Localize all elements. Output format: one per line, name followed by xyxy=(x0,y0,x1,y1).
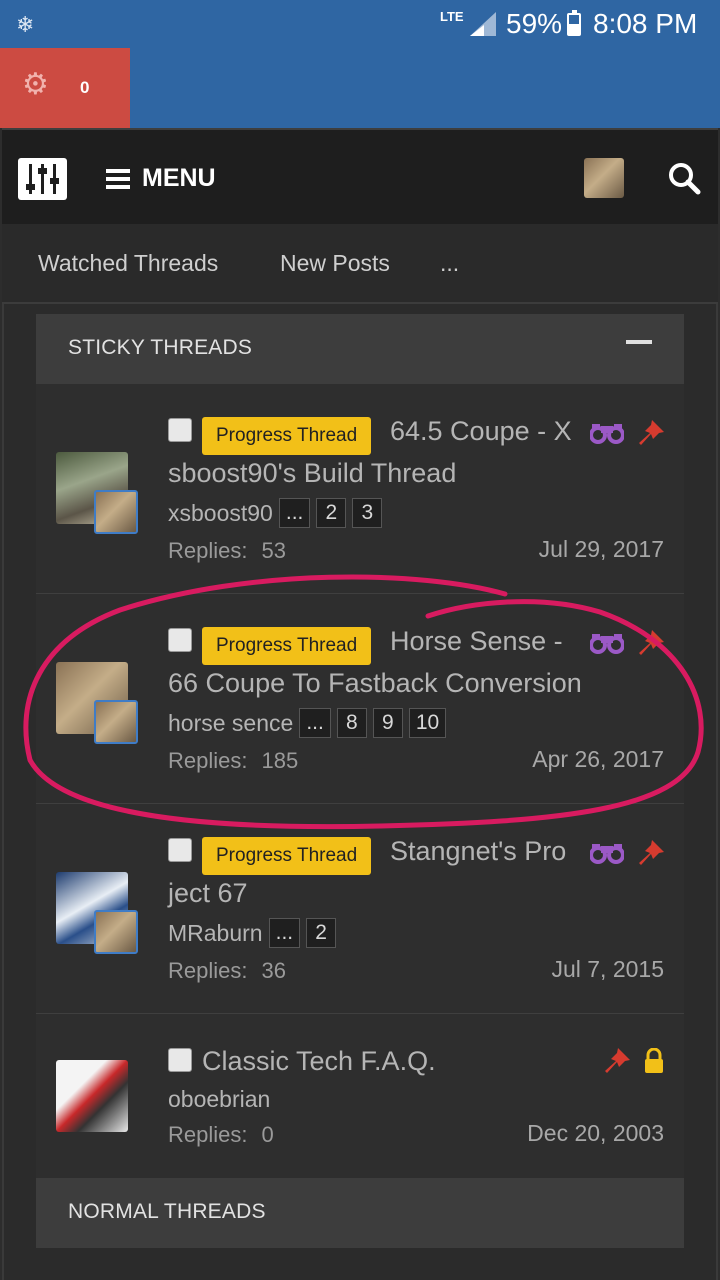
navbar: MENU xyxy=(2,128,718,224)
tab-watched-threads[interactable]: Watched Threads xyxy=(38,250,218,277)
thread-starter-avatar[interactable] xyxy=(56,1060,128,1132)
thread-item[interactable]: Progress Thread 64.5 Coupe - X sboost90'… xyxy=(36,384,684,594)
prefix-badge[interactable]: Progress Thread xyxy=(202,417,372,455)
thread-author[interactable]: oboebrian xyxy=(168,1086,270,1113)
search-icon[interactable] xyxy=(666,160,702,196)
thread-title[interactable]: Classic Tech F.A.Q. xyxy=(202,1046,436,1077)
replies-count: 0 xyxy=(261,1122,274,1147)
gear-icon: ⚙ xyxy=(22,68,49,101)
page-link[interactable]: 8 xyxy=(336,708,367,738)
prefix-badge[interactable]: Progress Thread xyxy=(202,627,372,665)
menu-label: MENU xyxy=(142,164,216,192)
section-title: STICKY THREADS xyxy=(68,336,253,359)
thread-status-icons xyxy=(604,1048,664,1074)
replies-stat: Replies: 0 xyxy=(168,1122,274,1148)
thread-title-continued[interactable]: ject 67 xyxy=(168,878,248,909)
select-checkbox[interactable] xyxy=(168,418,192,442)
lock-icon xyxy=(645,1048,663,1073)
select-checkbox[interactable] xyxy=(168,838,192,862)
replies-count: 36 xyxy=(261,958,286,983)
replies-stat: Replies: 36 xyxy=(168,958,286,984)
thread-title[interactable]: Horse Sense - xyxy=(390,626,563,657)
page-link[interactable]: ... xyxy=(268,918,301,948)
menu-button[interactable]: MENU xyxy=(106,164,216,193)
signal-icon xyxy=(470,12,496,36)
thread-meta: oboebrian xyxy=(168,1086,270,1113)
replies-label: Replies: xyxy=(168,958,248,983)
thread-meta: horse sence ... 8 9 10 xyxy=(168,708,447,738)
thread-author[interactable]: horse sence xyxy=(168,710,293,737)
replies-stat: Replies: 53 xyxy=(168,538,286,564)
select-checkbox[interactable] xyxy=(168,1048,192,1072)
clock: 8:08 PM xyxy=(593,8,698,39)
network-type: LTE xyxy=(440,9,464,24)
user-avatar[interactable] xyxy=(584,158,624,198)
last-poster-avatar[interactable] xyxy=(94,700,138,744)
thread-author[interactable]: xsboost90 xyxy=(168,500,273,527)
page-link[interactable]: 2 xyxy=(306,918,337,948)
thread-status-icons xyxy=(590,630,664,656)
watched-binoculars-icon xyxy=(590,424,624,444)
replies-label: Replies: xyxy=(168,748,248,773)
last-post-date[interactable]: Jul 29, 2017 xyxy=(539,536,664,563)
thread-title-continued[interactable]: 66 Coupe To Fastback Conversion xyxy=(168,668,582,699)
alerts-count: 0 xyxy=(80,78,90,97)
thread-item[interactable]: Classic Tech F.A.Q. oboebrian Replies: 0 … xyxy=(36,1014,684,1178)
thread-title[interactable]: 64.5 Coupe - X xyxy=(390,416,572,447)
sticky-pin-icon xyxy=(605,1048,630,1073)
select-checkbox[interactable] xyxy=(168,628,192,652)
page-link[interactable]: 3 xyxy=(352,498,383,528)
section-title: NORMAL THREADS xyxy=(68,1200,266,1223)
thread-meta: xsboost90 ... 2 3 xyxy=(168,498,383,528)
replies-count: 53 xyxy=(261,538,286,563)
page-link[interactable]: ... xyxy=(278,498,311,528)
logo-icon[interactable] xyxy=(18,158,67,200)
page-link[interactable]: 9 xyxy=(372,708,403,738)
thread-status-icons xyxy=(590,420,664,446)
battery-percent: 59% xyxy=(506,8,563,39)
collapse-icon[interactable] xyxy=(626,340,652,344)
prefix-badge[interactable]: Progress Thread xyxy=(202,837,372,875)
status-bar: ❄ LTE 59% 8:08 PM xyxy=(0,0,720,48)
last-post-date[interactable]: Apr 26, 2017 xyxy=(532,746,664,773)
snowflake-icon: ❄ xyxy=(16,12,35,37)
normal-threads-header: NORMAL THREADS xyxy=(36,1178,684,1248)
battery-icon xyxy=(567,10,581,36)
sticky-pin-icon xyxy=(639,630,664,655)
sticky-threads-header: STICKY THREADS xyxy=(36,314,684,384)
sticky-pin-icon xyxy=(639,840,664,865)
replies-count: 185 xyxy=(261,748,299,773)
alerts-button[interactable]: ⚙ 0 xyxy=(0,48,130,128)
last-post-date[interactable]: Jul 7, 2015 xyxy=(551,956,664,983)
replies-stat: Replies: 185 xyxy=(168,748,298,774)
hamburger-icon xyxy=(106,168,130,189)
thread-title-continued[interactable]: sboost90's Build Thread xyxy=(168,458,456,489)
watched-binoculars-icon xyxy=(590,844,624,864)
thread-title[interactable]: Stangnet's Pro xyxy=(390,836,566,867)
thread-meta: MRaburn ... 2 xyxy=(168,918,337,948)
replies-label: Replies: xyxy=(168,1122,248,1147)
sticky-pin-icon xyxy=(639,420,664,445)
last-poster-avatar[interactable] xyxy=(94,910,138,954)
page-link[interactable]: 10 xyxy=(408,708,447,738)
replies-label: Replies: xyxy=(168,538,248,563)
tab-more[interactable]: ... xyxy=(440,250,459,277)
page-link[interactable]: ... xyxy=(299,708,331,738)
thread-item[interactable]: Progress Thread Stangnet's Pro ject 67 M… xyxy=(36,804,684,1014)
thread-status-icons xyxy=(590,840,664,866)
thread-item[interactable]: Progress Thread Horse Sense - 66 Coupe T… xyxy=(36,594,684,804)
last-poster-avatar[interactable] xyxy=(94,490,138,534)
thread-author[interactable]: MRaburn xyxy=(168,920,263,947)
sub-navigation: Watched Threads New Posts ... xyxy=(2,224,718,304)
tab-new-posts[interactable]: New Posts xyxy=(280,250,390,277)
last-post-date[interactable]: Dec 20, 2003 xyxy=(527,1120,664,1147)
watched-binoculars-icon xyxy=(590,634,624,654)
page-link[interactable]: 2 xyxy=(316,498,347,528)
